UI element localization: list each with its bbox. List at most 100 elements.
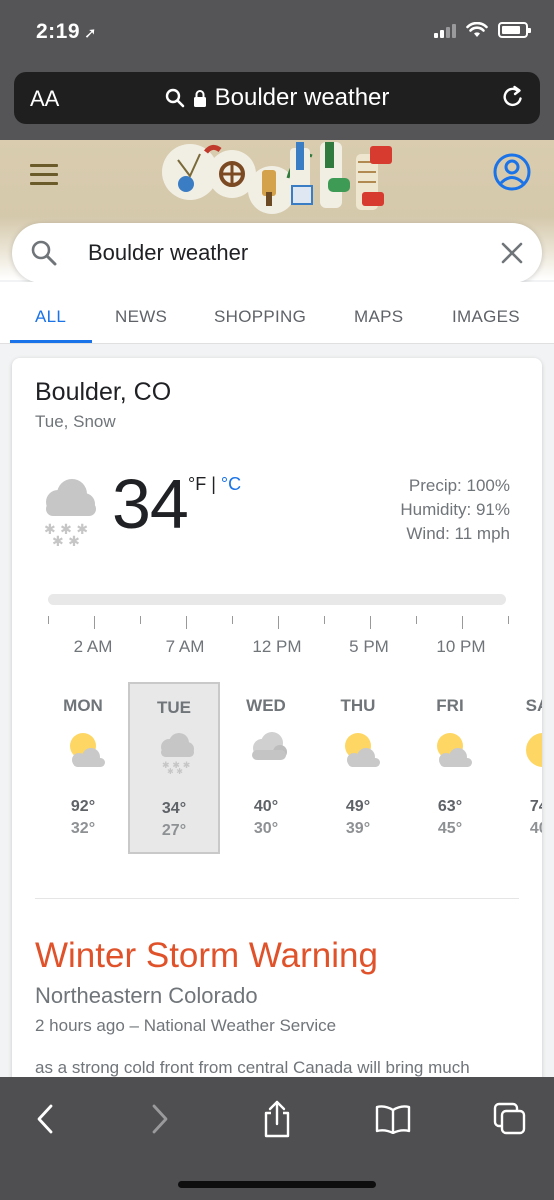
share-button[interactable] bbox=[257, 1099, 297, 1139]
share-icon bbox=[264, 1100, 290, 1138]
day-name: THU bbox=[340, 696, 376, 715]
forecast-day-mon[interactable]: MON 92° 32° bbox=[37, 682, 129, 854]
day-high: 34° bbox=[161, 800, 187, 817]
url-text: Boulder weather bbox=[214, 84, 390, 111]
google-doodle-logo[interactable] bbox=[160, 140, 396, 216]
hour-tick bbox=[370, 616, 371, 629]
hour-label: 10 PM bbox=[436, 637, 486, 656]
day-name: WED bbox=[246, 696, 286, 715]
forward-icon bbox=[152, 1104, 168, 1134]
hour-tick bbox=[48, 616, 49, 624]
unit-celsius[interactable]: °C bbox=[221, 474, 241, 494]
divider bbox=[35, 898, 519, 899]
cloudy-icon bbox=[252, 732, 287, 760]
day-high: 63° bbox=[437, 798, 463, 815]
hour-label: 5 PM bbox=[349, 637, 389, 656]
bookmarks-button[interactable] bbox=[373, 1099, 413, 1139]
tab-shopping[interactable]: SHOPPING bbox=[214, 307, 306, 327]
search-icon bbox=[165, 88, 184, 108]
svg-text:✱ ✱: ✱ ✱ bbox=[167, 767, 183, 774]
day-low: 39° bbox=[345, 820, 371, 837]
forecast-day-wed[interactable]: WED 40° 30° bbox=[220, 682, 312, 854]
day-low: 45° bbox=[437, 820, 463, 837]
hour-tick bbox=[232, 616, 233, 624]
hour-label: 7 AM bbox=[165, 637, 205, 656]
partly-sunny-icon bbox=[437, 733, 472, 767]
current-temperature: 34 bbox=[112, 465, 189, 543]
status-time: 2:19 ➚ bbox=[36, 20, 97, 44]
weather-condition: Tue, Snow bbox=[35, 412, 116, 431]
alert-meta: 2 hours ago – National Weather Service bbox=[35, 1016, 337, 1035]
day-high: 49° bbox=[345, 798, 371, 815]
wifi-icon bbox=[466, 22, 488, 37]
url-display[interactable]: Boulder weather bbox=[14, 84, 540, 112]
browser-top-bar: 2:19 ➚ AA Boulder weather bbox=[0, 0, 554, 140]
hour-tick bbox=[508, 616, 509, 624]
hour-tick bbox=[186, 616, 187, 629]
precip-text: Precip: 100% bbox=[408, 476, 510, 495]
tab-maps[interactable]: MAPS bbox=[354, 307, 403, 327]
search-query-text[interactable]: Boulder weather bbox=[88, 240, 248, 266]
snow-icon: ✱ ✱ ✱ ✱ ✱ bbox=[44, 479, 96, 546]
hour-label: 2 AM bbox=[73, 637, 113, 656]
weather-details: Precip: 100% Humidity: 91% Wind: 11 mph bbox=[400, 474, 510, 546]
hour-tick bbox=[140, 616, 141, 624]
tabs-icon bbox=[493, 1102, 526, 1135]
tabs-button[interactable] bbox=[490, 1099, 530, 1139]
unit-toggle: °F | °C bbox=[188, 474, 241, 495]
tab-news[interactable]: NEWS bbox=[115, 307, 167, 327]
day-low: 30° bbox=[253, 820, 279, 837]
tab-all[interactable]: ALL bbox=[35, 307, 66, 327]
wind-text: Wind: 11 mph bbox=[406, 524, 510, 543]
sunny-icon bbox=[526, 733, 542, 767]
cellular-signal-icon bbox=[434, 22, 456, 38]
battery-icon bbox=[498, 22, 531, 38]
menu-icon[interactable] bbox=[30, 164, 58, 191]
tab-images[interactable]: IMAGES bbox=[452, 307, 520, 327]
hour-tick bbox=[94, 616, 95, 629]
alert-snippet: as a strong cold front from central Cana… bbox=[35, 1058, 470, 1077]
location-arrow-icon: ➚ bbox=[84, 25, 98, 42]
day-low: 40° bbox=[529, 820, 542, 837]
forward-button[interactable] bbox=[140, 1099, 180, 1139]
forecast-day-tue[interactable]: TUE ✱ ✱ ✱ ✱ ✱ 34° 27° bbox=[128, 682, 220, 854]
home-indicator bbox=[178, 1181, 376, 1188]
unit-fahrenheit[interactable]: °F bbox=[188, 474, 206, 494]
hour-tick bbox=[462, 616, 463, 629]
hourly-graph[interactable] bbox=[48, 594, 506, 605]
back-button[interactable] bbox=[25, 1099, 65, 1139]
search-input[interactable]: Boulder weather bbox=[12, 223, 542, 283]
weather-card: Boulder, CO Tue, Snow ✱ ✱ ✱ ✱ ✱ 34 °F | … bbox=[12, 358, 542, 1118]
alert-title[interactable]: Winter Storm Warning bbox=[35, 936, 378, 976]
partly-sunny-icon bbox=[70, 733, 105, 767]
hourly-ticks bbox=[48, 616, 518, 630]
hour-label: 12 PM bbox=[252, 637, 302, 656]
hour-tick bbox=[416, 616, 417, 624]
day-name: MON bbox=[63, 696, 103, 715]
search-tabs: ALL NEWS SHOPPING MAPS IMAGES bbox=[0, 282, 554, 344]
address-bar[interactable]: AA Boulder weather bbox=[14, 72, 540, 124]
clock-text: 2:19 bbox=[36, 20, 81, 43]
account-icon[interactable] bbox=[492, 152, 532, 192]
day-name: TUE bbox=[157, 698, 191, 717]
day-high: 92° bbox=[70, 798, 96, 815]
day-name: SAT bbox=[525, 696, 542, 715]
reload-icon[interactable] bbox=[500, 84, 526, 110]
day-low: 32° bbox=[70, 820, 96, 837]
day-name: FRI bbox=[436, 696, 464, 715]
humidity-text: Humidity: 91% bbox=[400, 500, 510, 519]
alert-region: Northeastern Colorado bbox=[35, 983, 258, 1008]
forecast-day-thu[interactable]: THU 49° 39° bbox=[312, 682, 404, 854]
active-tab-indicator bbox=[10, 340, 92, 343]
hour-tick bbox=[278, 616, 279, 629]
clear-icon[interactable] bbox=[500, 241, 524, 265]
forecast-day-fri[interactable]: FRI 63° 45° bbox=[404, 682, 496, 854]
day-high: 74° bbox=[529, 798, 542, 815]
search-icon[interactable] bbox=[30, 239, 58, 267]
weather-location[interactable]: Boulder, CO bbox=[35, 378, 171, 407]
snow-icon: ✱ ✱ ✱ ✱ ✱ bbox=[161, 733, 194, 774]
back-icon bbox=[37, 1104, 53, 1134]
forecast-day-sat[interactable]: SAT 74° 40° bbox=[496, 682, 542, 854]
day-high: 40° bbox=[253, 798, 279, 815]
day-low: 27° bbox=[161, 822, 187, 839]
